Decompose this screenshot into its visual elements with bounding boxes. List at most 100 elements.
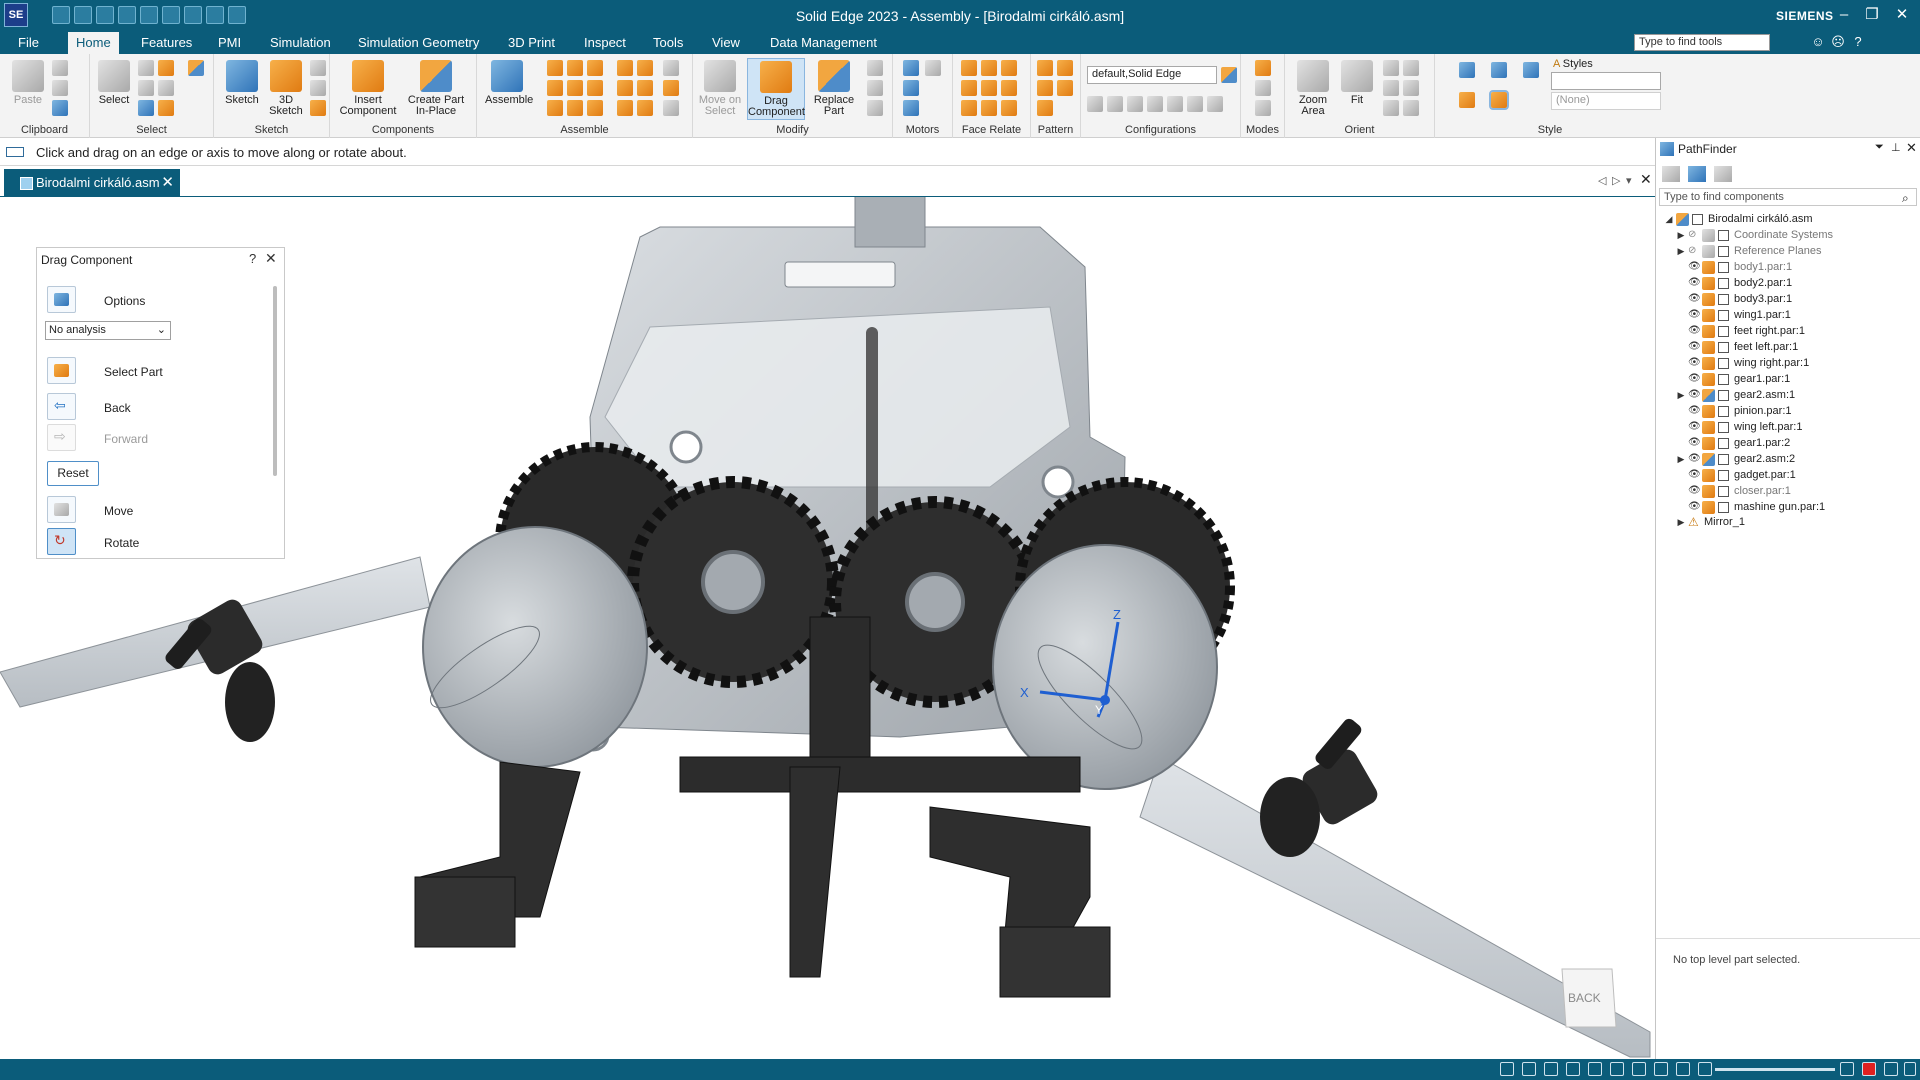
expand-icon[interactable]: ▶ — [1676, 246, 1686, 256]
tree-item[interactable]: 👁 gadget.par:1 — [1656, 468, 1920, 484]
config-4-icon[interactable] — [1147, 96, 1163, 112]
document-tab[interactable]: Birodalmi cirkáló.asm ✕ — [4, 169, 180, 197]
tangent-icon[interactable] — [547, 100, 563, 116]
record-icon[interactable] — [1862, 1062, 1876, 1076]
shaded-icon[interactable] — [1459, 92, 1475, 108]
top-post[interactable] — [854, 197, 926, 248]
select-part-button[interactable] — [47, 357, 76, 384]
cockpit-slot[interactable] — [784, 261, 896, 288]
visibility-eye-icon[interactable]: 👁 — [1688, 262, 1701, 272]
assembly-view-icon[interactable] — [1688, 166, 1706, 182]
tree-mirror[interactable]: ▶ ⚠ Mirror_1 — [1656, 515, 1920, 531]
tree-item[interactable]: 👁 mashine gun.par:1 — [1656, 500, 1920, 516]
component-search-input[interactable]: Type to find components — [1659, 188, 1917, 206]
status-icon-2[interactable] — [1522, 1062, 1536, 1076]
relationship-types-icon[interactable] — [663, 100, 679, 116]
fit-button[interactable]: Fit — [1335, 60, 1379, 106]
leg-center[interactable] — [789, 766, 841, 978]
tree-item[interactable]: 👁 body3.par:1 — [1656, 292, 1920, 308]
concentric-icon[interactable] — [1001, 60, 1017, 76]
rotate-view-icon[interactable] — [1383, 80, 1399, 96]
visibility-eye-icon[interactable]: 👁 — [1688, 470, 1701, 480]
config-3-icon[interactable] — [1127, 96, 1143, 112]
rigid-set-icon[interactable] — [617, 80, 633, 96]
move-button[interactable] — [47, 496, 76, 523]
config-6-icon[interactable] — [1187, 96, 1203, 112]
disperse-icon[interactable] — [867, 80, 883, 96]
replace-part-button[interactable]: Replace Part — [809, 60, 859, 117]
duplicate-icon[interactable] — [1057, 80, 1073, 96]
frown-feedback-icon[interactable]: ☹ — [1830, 34, 1846, 50]
style-select[interactable] — [1551, 72, 1661, 90]
sketch-part-icon[interactable] — [310, 100, 326, 116]
smile-feedback-icon[interactable]: ☺ — [1810, 34, 1826, 50]
paste-button[interactable]: Paste — [6, 60, 50, 106]
mashine-gun-right[interactable] — [1260, 716, 1381, 857]
view-cube-label[interactable]: BACK — [1568, 991, 1601, 1005]
create-part-in-place-button[interactable]: Create Part In-Place — [406, 60, 466, 117]
insert-component-button[interactable]: Insert Component — [338, 60, 398, 117]
status-icon-9[interactable] — [1676, 1062, 1690, 1076]
hidden-eye-icon[interactable]: ⊘ — [1688, 246, 1700, 256]
feet-bar[interactable] — [679, 756, 1081, 793]
mate-icon[interactable] — [547, 60, 563, 76]
tree-item[interactable]: 👁 body2.par:1 — [1656, 276, 1920, 292]
planar-align-icon[interactable] — [567, 60, 583, 76]
drag-component-button[interactable]: Drag Component — [747, 58, 805, 120]
copy-icon[interactable] — [52, 80, 68, 96]
tab-simulation-geometry[interactable]: Simulation Geometry — [350, 32, 487, 54]
select-tools-icon[interactable] — [138, 80, 154, 96]
center-plane-icon[interactable] — [637, 80, 653, 96]
tree-item[interactable]: 👁 feet right.par:1 — [1656, 324, 1920, 340]
hidden-eye-icon[interactable]: ⊘ — [1688, 230, 1700, 240]
shaded-edges-icon[interactable] — [1489, 90, 1509, 110]
status-icon-4[interactable] — [1566, 1062, 1580, 1076]
expand-icon[interactable]: ▶ — [1676, 230, 1686, 240]
visibility-eye-icon[interactable]: 👁 — [1688, 310, 1701, 320]
pane-close-icon[interactable]: ✕ — [1906, 140, 1917, 156]
tab-next-icon[interactable]: ▷ — [1612, 174, 1620, 187]
help-icon[interactable]: ? — [1850, 34, 1866, 50]
zoom-out-icon[interactable] — [1698, 1062, 1712, 1076]
search-icon[interactable]: ⌕ — [1902, 191, 1909, 206]
options-button[interactable] — [47, 286, 76, 313]
tab-list-icon[interactable]: ▾ — [1626, 174, 1632, 187]
ground-icon[interactable] — [637, 100, 653, 116]
format-painter-icon[interactable] — [52, 100, 68, 116]
tree-item[interactable]: 👁 feet left.par:1 — [1656, 340, 1920, 356]
modify-options-icon[interactable] — [867, 100, 883, 116]
forward-button[interactable]: ⇨ — [47, 424, 76, 451]
flip-icon[interactable] — [663, 80, 679, 96]
configuration-settings-icon[interactable] — [1221, 67, 1237, 83]
axial-align-icon[interactable] — [587, 60, 603, 76]
visibility-eye-icon[interactable]: 👁 — [1688, 454, 1701, 464]
path-icon[interactable] — [637, 60, 653, 76]
analysis-select[interactable]: No analysis ⌄ — [45, 321, 171, 340]
status-icon-8[interactable] — [1654, 1062, 1668, 1076]
style-none-select[interactable]: (None) — [1551, 92, 1661, 110]
mode-grid-icon[interactable] — [1255, 60, 1271, 76]
axis-x-label[interactable]: X — [1020, 685, 1029, 700]
tree-view-icon[interactable] — [1662, 166, 1680, 182]
restore-button[interactable]: ❐ — [1858, 4, 1886, 26]
visibility-eye-icon[interactable]: 👁 — [1688, 358, 1701, 368]
visibility-eye-icon[interactable]: 👁 — [1688, 422, 1701, 432]
close-button[interactable]: ✕ — [1888, 4, 1916, 26]
connect-icon[interactable] — [567, 80, 583, 96]
3d-sketch-button[interactable]: 3D Sketch — [264, 60, 308, 117]
rigid-icon[interactable] — [981, 100, 997, 116]
zoom-icon[interactable] — [1383, 60, 1399, 76]
visibility-eye-icon[interactable]: 👁 — [1688, 342, 1701, 352]
coplanar-icon[interactable] — [961, 60, 977, 76]
status-icon-6[interactable] — [1610, 1062, 1624, 1076]
tab-data-management[interactable]: Data Management — [762, 32, 885, 54]
select-linear-icon[interactable] — [138, 100, 154, 116]
foot-right[interactable] — [999, 926, 1111, 998]
status-icon-5[interactable] — [1588, 1062, 1602, 1076]
tree-item[interactable]: 👁 pinion.par:1 — [1656, 404, 1920, 420]
tab-tools[interactable]: Tools — [645, 32, 691, 54]
view-iso-icon[interactable] — [1459, 62, 1475, 78]
rotate-button[interactable]: ↻ — [47, 528, 76, 555]
minimize-button[interactable]: – — [1830, 4, 1858, 26]
select-group-icon[interactable] — [158, 100, 174, 116]
